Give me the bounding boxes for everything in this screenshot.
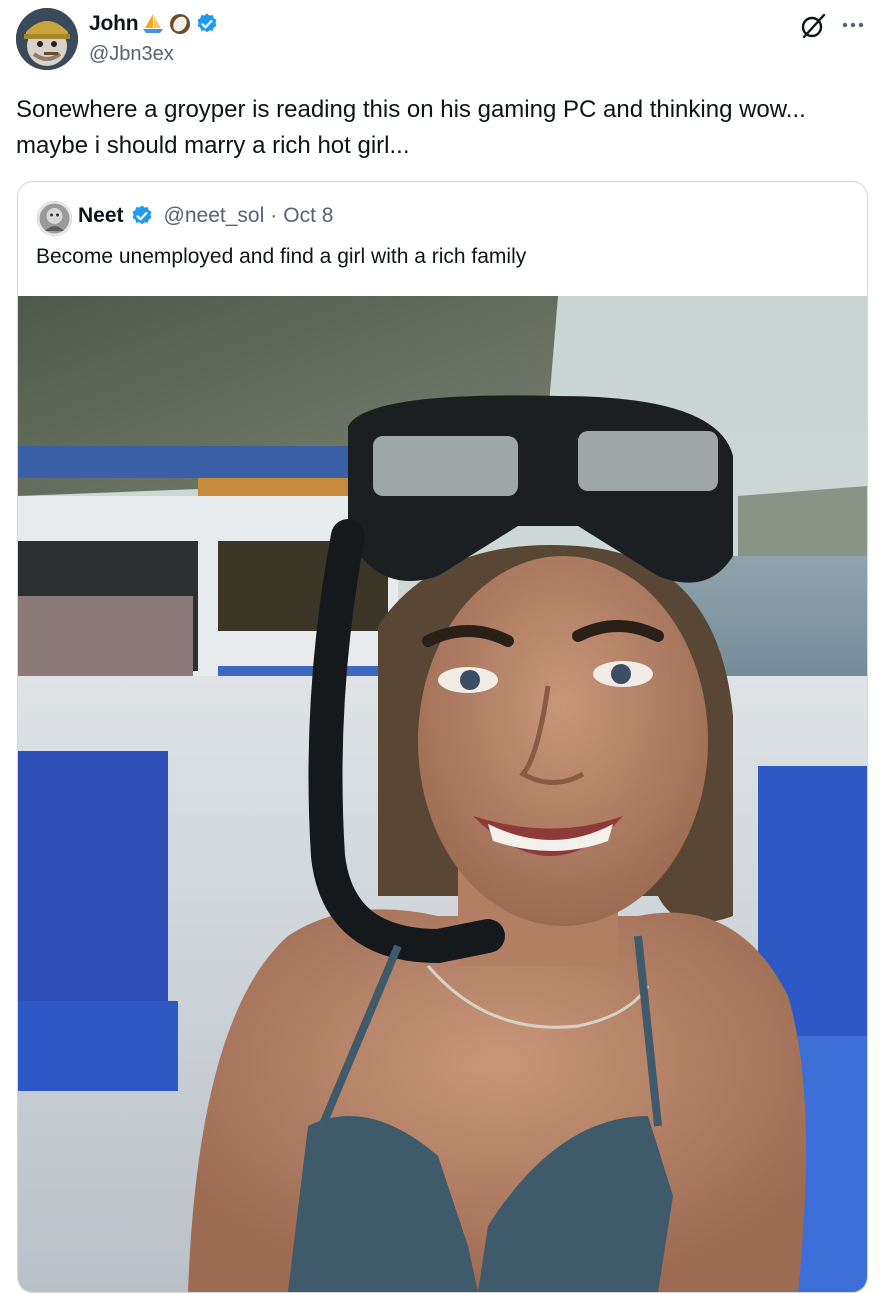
quote-text: Become unemployed and find a girl with a…: [36, 245, 527, 268]
quote-date[interactable]: Oct 8: [283, 204, 333, 228]
quote-header: Neet @neet_sol · Oct 8: [78, 204, 333, 228]
verified-badge-icon[interactable]: [130, 204, 154, 228]
quoted-tweet[interactable]: Neet @neet_sol · Oct 8 Become unemployed…: [17, 181, 868, 1293]
grok-icon[interactable]: [799, 12, 827, 40]
author-name-row: John: [89, 12, 219, 36]
quote-separator: ·: [270, 204, 278, 227]
quote-media-photo[interactable]: [18, 296, 867, 1292]
author-name[interactable]: John: [89, 12, 139, 36]
quote-author-avatar[interactable]: [37, 201, 72, 236]
sailboat-emoji-icon: [141, 12, 165, 36]
tweet-text: Sonewhere a groyper is reading this on h…: [16, 96, 806, 159]
verified-badge-icon[interactable]: [195, 12, 219, 36]
quote-author-name[interactable]: Neet: [78, 204, 124, 228]
author-handle[interactable]: @Jbn3ex: [89, 43, 174, 66]
author-avatar[interactable]: [16, 8, 78, 70]
more-icon[interactable]: [840, 14, 866, 36]
coconut-emoji-icon: [168, 12, 192, 36]
quote-author-handle[interactable]: @neet_sol: [164, 204, 265, 228]
